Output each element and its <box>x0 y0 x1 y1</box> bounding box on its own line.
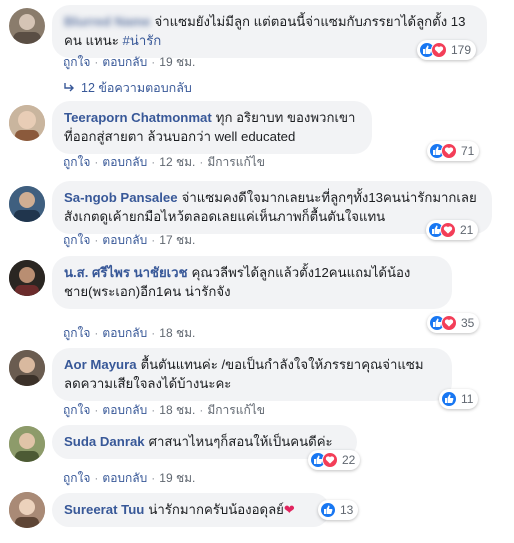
comment-time[interactable]: 17 ชม. <box>159 233 195 247</box>
reply-link[interactable]: ตอบกลับ <box>102 326 147 340</box>
avatar[interactable] <box>9 426 45 462</box>
comment-author[interactable]: น.ส. ศรีไพร นาชัยเวช <box>64 265 188 280</box>
avatar-image <box>9 260 45 296</box>
separator: · <box>151 326 156 340</box>
separator: · <box>94 55 99 69</box>
reactions-badge[interactable]: 179 <box>417 40 477 60</box>
heart-icon <box>441 143 457 159</box>
comment-text: ศาสนาไหนๆก็สอนให้เป็นคนดีค่ะ <box>148 434 333 449</box>
comment-bubble: Teeraporn Chatmonmat ทุก อริยาบท ของพวกเข… <box>52 101 372 154</box>
separator: · <box>94 326 99 340</box>
reactions-badge[interactable]: 22 <box>308 450 361 470</box>
reaction-count: 179 <box>451 43 472 57</box>
comment-bubble: Sureerat Tuu น่ารักมากครับน้องอดุลย์❤ <box>52 493 330 527</box>
like-link[interactable]: ถูกใจ <box>63 403 90 417</box>
comment-time[interactable]: 18 ชม. <box>159 326 195 340</box>
avatar[interactable] <box>9 492 45 528</box>
reactions-badge[interactable]: 21 <box>426 220 479 240</box>
comment-actions: ถูกใจ · ตอบกลับ · 18 ชม. · มีการแก้ไข <box>63 401 265 420</box>
comment-time[interactable]: 12 ชม. <box>159 155 195 169</box>
reaction-count: 71 <box>461 144 475 158</box>
separator: · <box>199 155 204 169</box>
reply-arrow-icon <box>64 83 74 92</box>
reaction-count: 13 <box>340 503 354 517</box>
separator: · <box>151 233 156 247</box>
separator: · <box>151 155 156 169</box>
separator: · <box>94 155 99 169</box>
reactions-badge[interactable]: 11 <box>439 389 479 409</box>
separator: · <box>94 403 99 417</box>
separator: · <box>151 471 156 485</box>
reactions-badge[interactable]: 35 <box>427 313 480 333</box>
comment-actions: ถูกใจ · ตอบกลับ · 12 ชม. · มีการแก้ไข <box>63 153 265 172</box>
reaction-count: 21 <box>460 223 474 237</box>
comment-bubble: Aor Mayura ตื้นตันแทนค่ะ /ขอเป็นกำลังใจให… <box>52 348 452 401</box>
comment-author[interactable]: Suda Danrak <box>64 434 145 449</box>
edited-label[interactable]: มีการแก้ไข <box>207 155 265 169</box>
avatar-image <box>9 492 45 528</box>
reply-link[interactable]: ตอบกลับ <box>102 55 147 69</box>
reply-link[interactable]: ตอบกลับ <box>102 403 147 417</box>
edited-label[interactable]: มีการแก้ไข <box>207 403 265 417</box>
separator: · <box>151 55 156 69</box>
like-link[interactable]: ถูกใจ <box>63 233 90 247</box>
comment-time[interactable]: 19 ชม. <box>159 55 195 69</box>
reply-link[interactable]: ตอบกลับ <box>102 155 147 169</box>
like-link[interactable]: ถูกใจ <box>63 471 90 485</box>
avatar-image <box>9 350 45 386</box>
separator: · <box>94 471 99 485</box>
heart-icon <box>441 315 457 331</box>
view-replies-link[interactable]: 12 ข้อความตอบกลับ <box>63 78 192 98</box>
separator: · <box>151 403 156 417</box>
comment-actions: ถูกใจ · ตอบกลับ · 17 ชม. <box>63 231 195 250</box>
like-link[interactable]: ถูกใจ <box>63 55 90 69</box>
reaction-count: 11 <box>461 392 474 406</box>
reaction-count: 22 <box>342 453 356 467</box>
comment-author[interactable]: Teeraporn Chatmonmat <box>64 110 212 125</box>
comment-actions: ถูกใจ · ตอบกลับ · 19 ชม. <box>63 469 195 488</box>
separator: · <box>199 403 204 417</box>
avatar[interactable] <box>9 186 45 222</box>
comment-author[interactable]: Aor Mayura <box>64 357 137 372</box>
comment-author[interactable]: Blurred Name <box>64 14 150 29</box>
avatar[interactable] <box>9 8 45 44</box>
comment-time[interactable]: 18 ชม. <box>159 403 195 417</box>
comment-author[interactable]: Sa-ngob Pansalee <box>64 190 178 205</box>
comment-text: น่ารักมากครับน้องอดุลย์ <box>148 502 284 517</box>
thumbs-up-icon <box>441 391 457 407</box>
avatar-image <box>9 426 45 462</box>
reply-link[interactable]: ตอบกลับ <box>102 233 147 247</box>
reaction-count: 35 <box>461 316 475 330</box>
heart-icon <box>322 452 338 468</box>
comment-bubble: น.ส. ศรีไพร นาชัยเวช คุณวลีพรได้ลูกแล้วตั… <box>52 256 452 309</box>
like-link[interactable]: ถูกใจ <box>63 155 90 169</box>
avatar[interactable] <box>9 260 45 296</box>
heart-icon <box>440 222 456 238</box>
comment-time[interactable]: 19 ชม. <box>159 471 195 485</box>
avatar-image <box>9 105 45 141</box>
comment-actions: ถูกใจ · ตอบกลับ · 19 ชม. <box>63 53 195 72</box>
comment-author[interactable]: Sureerat Tuu <box>64 502 144 517</box>
avatar-image <box>13 14 41 44</box>
hashtag-link[interactable]: #น่ารัก <box>122 33 161 48</box>
reactions-badge[interactable]: 13 <box>318 500 359 520</box>
heart-emoji-icon: ❤ <box>283 502 295 517</box>
comment-actions: ถูกใจ · ตอบกลับ · 18 ชม. <box>63 324 195 343</box>
like-link[interactable]: ถูกใจ <box>63 326 90 340</box>
avatar[interactable] <box>9 350 45 386</box>
separator: · <box>94 233 99 247</box>
replies-count-label: 12 ข้อความตอบกลับ <box>81 81 192 95</box>
reactions-badge[interactable]: 71 <box>427 141 480 161</box>
heart-icon <box>431 42 447 58</box>
reply-link[interactable]: ตอบกลับ <box>102 471 147 485</box>
thumbs-up-icon <box>320 502 336 518</box>
avatar-image <box>9 186 45 222</box>
avatar[interactable] <box>9 105 45 141</box>
